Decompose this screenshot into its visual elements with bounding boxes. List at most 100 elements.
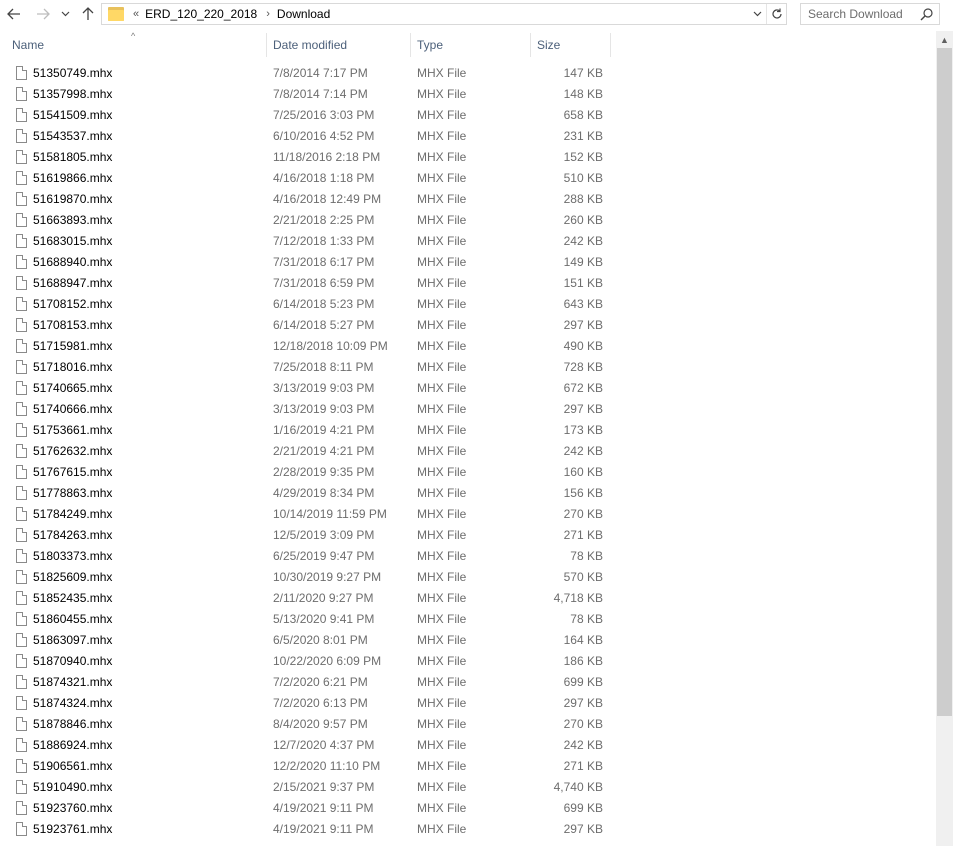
scroll-up-icon[interactable]: ▲ bbox=[936, 31, 953, 48]
file-type: MHX File bbox=[417, 87, 467, 101]
file-size: 173 KB bbox=[563, 423, 603, 437]
file-name: 51581805.mhx bbox=[33, 150, 113, 164]
vertical-scrollbar[interactable]: ▲ bbox=[936, 31, 953, 846]
file-type: MHX File bbox=[417, 465, 467, 479]
file-date-modified: 7/8/2014 7:14 PM bbox=[273, 87, 368, 101]
file-row[interactable]: 51886924.mhx 12/7/2020 4:37 PM MHX File 242… bbox=[0, 735, 936, 756]
file-icon bbox=[16, 696, 27, 710]
file-row[interactable]: 51874321.mhx 7/2/2020 6:21 PM MHX File 699 … bbox=[0, 672, 936, 693]
file-row[interactable]: 51803373.mhx 6/25/2019 9:47 PM MHX File 78 … bbox=[0, 546, 936, 567]
column-header-date-modified[interactable]: Date modified bbox=[273, 31, 347, 58]
file-row[interactable]: 51878846.mhx 8/4/2020 9:57 PM MHX File 270 … bbox=[0, 714, 936, 735]
file-date-modified: 2/28/2019 9:35 PM bbox=[273, 465, 375, 479]
file-row[interactable]: 51708152.mhx 6/14/2018 5:23 PM MHX File 643… bbox=[0, 294, 936, 315]
breadcrumb-separator-icon[interactable]: › bbox=[266, 8, 270, 20]
file-row[interactable]: 51767615.mhx 2/28/2019 9:35 PM MHX File 160… bbox=[0, 462, 936, 483]
recent-locations-button[interactable] bbox=[57, 4, 73, 24]
file-icon bbox=[16, 297, 27, 311]
file-row[interactable]: 51923760.mhx 4/19/2021 9:11 PM MHX File 699… bbox=[0, 798, 936, 819]
file-name: 51619866.mhx bbox=[33, 171, 113, 185]
file-row[interactable]: 51762632.mhx 2/21/2019 4:21 PM MHX File 242… bbox=[0, 441, 936, 462]
file-type: MHX File bbox=[417, 507, 467, 521]
file-row[interactable]: 51350749.mhx 7/8/2014 7:17 PM MHX File 147 … bbox=[0, 63, 936, 84]
file-type: MHX File bbox=[417, 192, 467, 206]
column-divider[interactable] bbox=[610, 33, 611, 57]
file-row[interactable]: 51619866.mhx 4/16/2018 1:18 PM MHX File 510… bbox=[0, 168, 936, 189]
refresh-icon[interactable] bbox=[766, 4, 786, 24]
file-size: 151 KB bbox=[563, 276, 603, 290]
column-header-size[interactable]: Size bbox=[537, 31, 560, 58]
search-icon[interactable] bbox=[920, 7, 934, 21]
column-divider[interactable] bbox=[410, 33, 411, 57]
address-bar[interactable]: « ERD_120_220_2018 › Download bbox=[101, 3, 787, 25]
chevron-down-icon bbox=[61, 11, 69, 17]
search-box[interactable] bbox=[800, 3, 940, 25]
file-row[interactable]: 51923761.mhx 4/19/2021 9:11 PM MHX File 297… bbox=[0, 819, 936, 840]
file-row[interactable]: 51619870.mhx 4/16/2018 12:49 PM MHX File 28… bbox=[0, 189, 936, 210]
file-name: 51923760.mhx bbox=[33, 801, 113, 815]
file-date-modified: 3/13/2019 9:03 PM bbox=[273, 381, 375, 395]
file-row[interactable]: 51715981.mhx 12/18/2018 10:09 PM MHX File 4… bbox=[0, 336, 936, 357]
file-row[interactable]: 51581805.mhx 11/18/2016 2:18 PM MHX File 15… bbox=[0, 147, 936, 168]
file-date-modified: 5/13/2020 9:41 PM bbox=[273, 612, 375, 626]
file-name: 51708153.mhx bbox=[33, 318, 113, 332]
file-row[interactable]: 51852435.mhx 2/11/2020 9:27 PM MHX File 4,7… bbox=[0, 588, 936, 609]
file-row[interactable]: 51863097.mhx 6/5/2020 8:01 PM MHX File 164 … bbox=[0, 630, 936, 651]
forward-button[interactable] bbox=[33, 4, 53, 24]
file-row[interactable]: 51718016.mhx 7/25/2018 8:11 PM MHX File 728… bbox=[0, 357, 936, 378]
up-button[interactable] bbox=[78, 4, 98, 24]
file-row[interactable]: 51870940.mhx 10/22/2020 6:09 PM MHX File 18… bbox=[0, 651, 936, 672]
file-date-modified: 6/10/2016 4:52 PM bbox=[273, 129, 375, 143]
file-type: MHX File bbox=[417, 780, 467, 794]
file-row[interactable]: 51688947.mhx 7/31/2018 6:59 PM MHX File 151… bbox=[0, 273, 936, 294]
file-icon bbox=[16, 423, 27, 437]
file-type: MHX File bbox=[417, 570, 467, 584]
file-icon bbox=[16, 717, 27, 731]
search-input[interactable] bbox=[808, 7, 920, 21]
file-type: MHX File bbox=[417, 423, 467, 437]
column-header-row: ^ Name Date modified Type Size bbox=[0, 31, 936, 58]
file-icon bbox=[16, 801, 27, 815]
file-row[interactable]: 51708153.mhx 6/14/2018 5:27 PM MHX File 297… bbox=[0, 315, 936, 336]
column-divider[interactable] bbox=[266, 33, 267, 57]
address-dropdown-icon[interactable] bbox=[750, 7, 764, 21]
file-row[interactable]: 51825609.mhx 10/30/2019 9:27 PM MHX File 57… bbox=[0, 567, 936, 588]
file-row[interactable]: 51683015.mhx 7/12/2018 1:33 PM MHX File 242… bbox=[0, 231, 936, 252]
file-name: 51860455.mhx bbox=[33, 612, 113, 626]
file-name: 51852435.mhx bbox=[33, 591, 113, 605]
column-header-type[interactable]: Type bbox=[417, 31, 443, 58]
file-row[interactable]: 51874324.mhx 7/2/2020 6:13 PM MHX File 297 … bbox=[0, 693, 936, 714]
column-header-name[interactable]: Name bbox=[12, 31, 44, 58]
file-type: MHX File bbox=[417, 549, 467, 563]
file-row[interactable]: 51357998.mhx 7/8/2014 7:14 PM MHX File 148 … bbox=[0, 84, 936, 105]
file-date-modified: 7/25/2018 8:11 PM bbox=[273, 360, 374, 374]
file-name: 51874321.mhx bbox=[33, 675, 113, 689]
file-row[interactable]: 51778863.mhx 4/29/2019 8:34 PM MHX File 156… bbox=[0, 483, 936, 504]
file-row[interactable]: 51740666.mhx 3/13/2019 9:03 PM MHX File 297… bbox=[0, 399, 936, 420]
file-row[interactable]: 51784263.mhx 12/5/2019 3:09 PM MHX File 271… bbox=[0, 525, 936, 546]
breadcrumb-overflow-chevron[interactable]: « bbox=[133, 8, 139, 20]
file-type: MHX File bbox=[417, 150, 467, 164]
file-icon bbox=[16, 108, 27, 122]
file-row[interactable]: 51541509.mhx 7/25/2016 3:03 PM MHX File 658… bbox=[0, 105, 936, 126]
file-date-modified: 7/31/2018 6:17 PM bbox=[273, 255, 375, 269]
scrollbar-thumb[interactable] bbox=[937, 48, 952, 716]
file-row[interactable]: 51688940.mhx 7/31/2018 6:17 PM MHX File 149… bbox=[0, 252, 936, 273]
file-type: MHX File bbox=[417, 759, 467, 773]
file-row[interactable]: 51784249.mhx 10/14/2019 11:59 PM MHX File 2… bbox=[0, 504, 936, 525]
file-row[interactable]: 51860455.mhx 5/13/2020 9:41 PM MHX File 78 … bbox=[0, 609, 936, 630]
file-row[interactable]: 51663893.mhx 2/21/2018 2:25 PM MHX File 260… bbox=[0, 210, 936, 231]
arrow-left-icon bbox=[7, 8, 20, 20]
file-date-modified: 12/7/2020 4:37 PM bbox=[273, 738, 375, 752]
file-date-modified: 4/16/2018 12:49 PM bbox=[273, 192, 382, 206]
breadcrumb-erd-folder[interactable]: ERD_120_220_2018 bbox=[145, 7, 257, 21]
file-row[interactable]: 51740665.mhx 3/13/2019 9:03 PM MHX File 672… bbox=[0, 378, 936, 399]
file-row[interactable]: 51753661.mhx 1/16/2019 4:21 PM MHX File 173… bbox=[0, 420, 936, 441]
column-divider[interactable] bbox=[530, 33, 531, 57]
file-row[interactable]: 51543537.mhx 6/10/2016 4:52 PM MHX File 231… bbox=[0, 126, 936, 147]
breadcrumb-download[interactable]: Download bbox=[277, 7, 330, 21]
file-row[interactable]: 51910490.mhx 2/15/2021 9:37 PM MHX File 4,7… bbox=[0, 777, 936, 798]
file-size: 4,740 KB bbox=[553, 780, 603, 794]
file-row[interactable]: 51906561.mhx 12/2/2020 11:10 PM MHX File 27… bbox=[0, 756, 936, 777]
back-button[interactable] bbox=[4, 4, 24, 24]
